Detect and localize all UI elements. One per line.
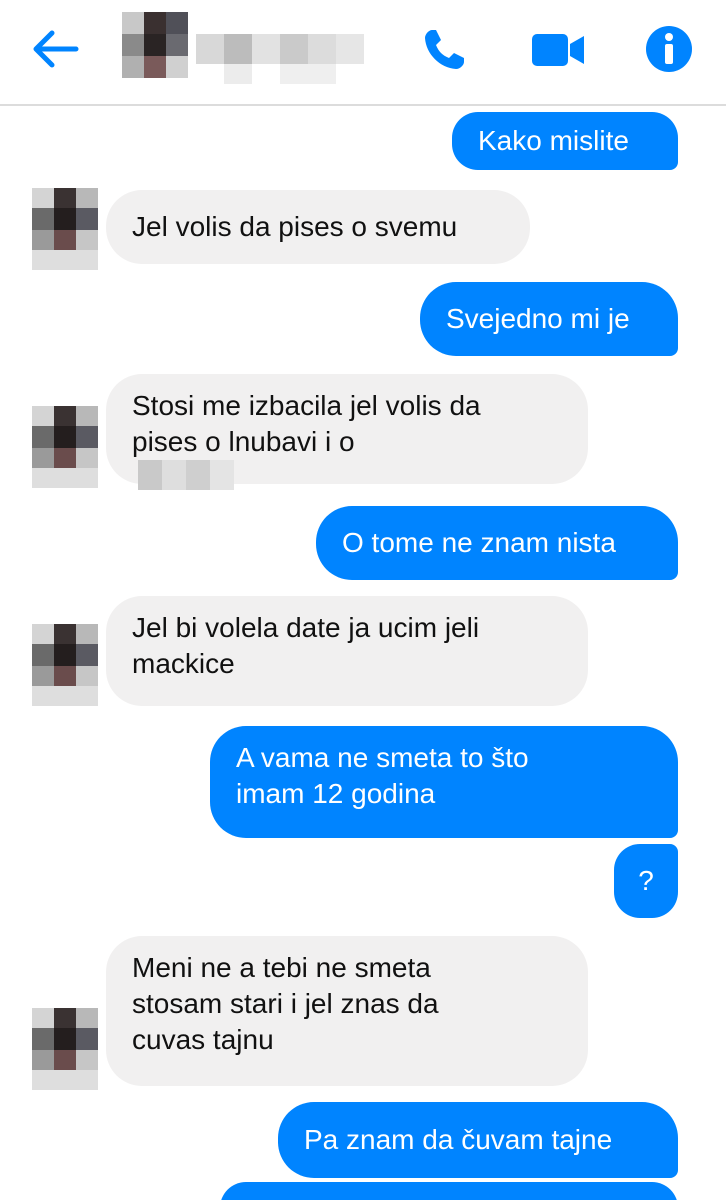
message-text: ? (638, 865, 654, 896)
outgoing-message[interactable]: A vama ne smeta to što imam 12 godina (210, 726, 678, 838)
arrow-left-icon (33, 30, 79, 68)
video-camera-icon (532, 34, 584, 66)
incoming-message[interactable]: Stosi me izbacila jel volis da pises o l… (106, 374, 588, 490)
info-button[interactable] (644, 24, 694, 74)
message-text-line: stosam stari i jel znas da (132, 988, 439, 1019)
incoming-message[interactable]: Jel bi volela date ja ucim jeli mackice (106, 596, 588, 706)
outgoing-message[interactable]: O tome ne znam nista (316, 506, 678, 580)
message-text: Pa znam da čuvam tajne (304, 1124, 613, 1155)
message-text-line: cuvas tajnu (132, 1024, 274, 1055)
message-text: O tome ne znam nista (342, 527, 616, 558)
video-call-button[interactable] (530, 30, 588, 70)
outgoing-message-partial[interactable] (220, 1182, 678, 1200)
message-list[interactable]: Kako mislite Jel volis da pises o svemu … (0, 108, 726, 1200)
outgoing-message[interactable]: Pa znam da čuvam tajne (278, 1102, 678, 1178)
message-text-line: imam 12 godina (236, 778, 436, 809)
message-text-line: pises o lnubavi i o (132, 424, 355, 490)
chat-header (0, 0, 726, 106)
message-text-line: mackice (132, 648, 235, 679)
avatar[interactable] (32, 406, 98, 488)
redacted-word (138, 460, 234, 490)
phone-icon (425, 30, 464, 69)
message-text-line: A vama ne smeta to što (236, 742, 529, 773)
outgoing-message[interactable]: ? (614, 844, 678, 918)
info-icon (646, 26, 692, 72)
message-text-line: Stosi me izbacila jel volis da (132, 390, 481, 421)
avatar[interactable] (32, 624, 98, 706)
contact-name-redacted[interactable] (122, 12, 372, 86)
message-text: Jel volis da pises o svemu (132, 211, 458, 242)
message-text: Svejedno mi je (446, 303, 630, 334)
message-text-fragment: pises o lnubavi i o (132, 426, 355, 457)
message-text: Kako mislite (478, 125, 629, 156)
avatar[interactable] (32, 188, 98, 270)
avatar[interactable] (32, 1008, 98, 1090)
back-button[interactable] (30, 27, 82, 71)
voice-call-button[interactable] (420, 26, 468, 74)
outgoing-message[interactable]: Svejedno mi je (420, 282, 678, 356)
incoming-message[interactable]: Meni ne a tebi ne smeta stosam stari i j… (106, 936, 588, 1086)
outgoing-message[interactable]: Kako mislite (452, 112, 678, 170)
message-text-line: Jel bi volela date ja ucim jeli (132, 612, 480, 643)
incoming-message[interactable]: Jel volis da pises o svemu (106, 190, 530, 264)
message-text-line: Meni ne a tebi ne smeta (132, 952, 431, 983)
